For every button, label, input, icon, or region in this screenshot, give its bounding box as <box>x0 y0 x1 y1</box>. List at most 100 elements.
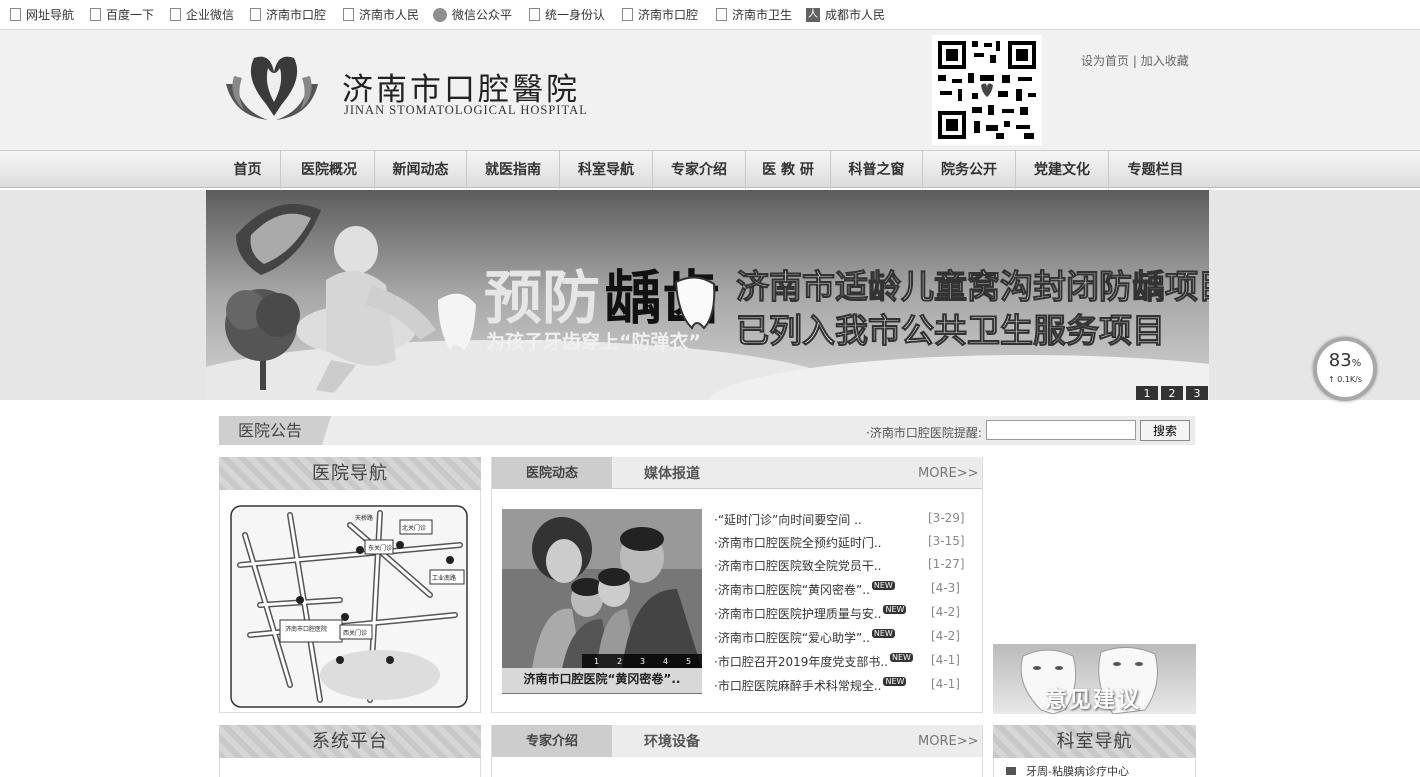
map-label-west: 西关门诊 <box>343 629 367 637</box>
map-label-north: 北关门诊 <box>402 524 426 532</box>
bookmark-item[interactable]: 统一身份认 <box>529 0 622 30</box>
banner-subtitle: 为孩子牙齿穿上“防弹衣” <box>486 330 701 353</box>
bookmark-label: 济南市口腔 <box>266 8 327 22</box>
banner-line-1: 济南市适龄儿童窝沟封闭防龋项目 <box>736 267 1209 306</box>
news-item[interactable]: ·济南市口腔医院护理质量与安.. NEW <box>714 605 907 622</box>
bookmark-label: 济南市人民 <box>359 8 420 22</box>
banner-page-3[interactable]: 3 <box>1186 386 1208 400</box>
dept-title: 科室导航 <box>993 725 1196 758</box>
map-label-industry: 工业南路 <box>432 574 456 582</box>
new-badge: NEW <box>871 629 895 638</box>
banner-illustration: 预防 龋齿 为孩子牙齿穿上“防弹衣” 济南市适龄儿童窝沟封闭防龋项目 已列入我市… <box>206 203 1209 400</box>
news-item-title: ·济南市口腔医院护理质量与安.. <box>714 607 882 621</box>
search-input[interactable] <box>986 420 1136 440</box>
bookmark-item[interactable]: 济南市口腔 <box>622 0 716 30</box>
speed-percent-value: 83 <box>1328 350 1352 371</box>
bookmark-item[interactable]: 济南市口腔 <box>250 0 343 30</box>
notice-text[interactable]: ·济南市口腔医院提醒: <box>866 424 982 441</box>
photo-page-1[interactable]: 1 <box>594 657 599 666</box>
new-badge: NEW <box>889 653 913 662</box>
opinion-label: 意见建议 <box>1045 688 1142 713</box>
bookmarks-bar: 网址导航 百度一下 企业微信 济南市口腔 济南市人民 微信公众平 统一身份认 济… <box>0 0 1420 30</box>
news-item[interactable]: ·济南市口腔医院致全院党员干.. <box>714 557 881 574</box>
photo-page-5[interactable]: 5 <box>686 657 691 666</box>
bookmark-item[interactable]: 企业微信 <box>170 0 250 30</box>
news-item-title: ·济南市口腔医院“爱心助学”.. <box>714 631 870 645</box>
bookmark-item[interactable]: 网址导航 <box>10 0 90 30</box>
news-item-title: ·市口腔召开2019年度党支部书.. <box>714 655 888 669</box>
dept-item-label: 牙周-粘膜病诊疗中心 <box>1026 765 1129 777</box>
top-links: 设为首页 | 加入收藏 <box>1081 52 1189 69</box>
tab-environment[interactable]: 环境设备 <box>644 725 700 757</box>
bookmark-label: 成都市人民 <box>825 8 886 22</box>
tab-media-reports[interactable]: 媒体报道 <box>644 457 700 489</box>
news-item-title: ·济南市口腔医院“黄冈密卷”.. <box>714 583 870 597</box>
nav-item-affairs[interactable]: 院务公开 <box>923 151 1016 189</box>
bookmark-item[interactable]: 人成都市人民 <box>806 0 896 30</box>
bookmark-item[interactable]: 微信公众平 <box>433 0 529 30</box>
nav-item-topics[interactable]: 专题栏目 <box>1109 151 1202 189</box>
tab-experts[interactable]: 专家介绍 <box>492 725 612 757</box>
news-item-title: ·市口腔医院麻醉手术科常规全.. <box>714 679 882 693</box>
photo-page-3[interactable]: 3 <box>640 657 645 666</box>
bookmark-item[interactable]: 百度一下 <box>90 0 170 30</box>
banner-page-2[interactable]: 2 <box>1161 386 1183 400</box>
expert-more-link[interactable]: MORE>> <box>918 734 978 749</box>
dept-item[interactable]: 牙周-粘膜病诊疗中心 <box>1006 763 1129 777</box>
opinion-banner[interactable]: 意见建议 <box>993 644 1196 714</box>
bookmark-label: 百度一下 <box>106 8 155 22</box>
arrow-icon <box>1006 767 1016 775</box>
speed-percent-unit: % <box>1351 358 1362 369</box>
news-item[interactable]: ·济南市口腔医院“黄冈密卷”.. NEW <box>714 581 895 598</box>
site-header <box>0 30 1420 150</box>
nav-item-experts[interactable]: 专家介绍 <box>653 151 746 189</box>
nav-item-home[interactable]: 首页 <box>215 151 281 189</box>
page-icon <box>170 8 181 21</box>
hero-banner[interactable]: 预防 龋齿 为孩子牙齿穿上“防弹衣” 济南市适龄儿童窝沟封闭防龋项目 已列入我市… <box>206 190 1209 400</box>
hospital-map[interactable]: 济南市口腔医院 东关门诊 西关门诊 工业南路 北关门诊 天桥路 <box>230 505 468 708</box>
tab-hospital-news[interactable]: 医院动态 <box>492 457 612 489</box>
news-photo-caption[interactable]: 济南市口腔医院“黄冈密卷”.. <box>502 668 702 693</box>
bookmark-label: 济南市口腔 <box>638 8 699 22</box>
speed-percent: 83% <box>1317 350 1373 375</box>
news-item[interactable]: ·济南市口腔医院全预约延时门.. <box>714 534 881 551</box>
news-item[interactable]: ·市口腔医院麻醉手术科常规全.. NEW <box>714 677 907 694</box>
qr-code-icon <box>932 35 1042 145</box>
hospital-logo-icon[interactable] <box>224 54 320 122</box>
nav-item-guide[interactable]: 就医指南 <box>467 151 560 189</box>
people-icon: 人 <box>806 7 820 22</box>
bookmark-label: 微信公众平 <box>452 8 513 22</box>
photo-page-4[interactable]: 4 <box>663 657 668 666</box>
speed-rate: ↑ 0.1K/s <box>1327 375 1363 384</box>
news-item[interactable]: ·“延时门诊”向时间要空间 .. <box>714 511 862 528</box>
add-favorite-link[interactable]: 加入收藏 <box>1141 54 1189 68</box>
page-icon <box>90 8 101 21</box>
hospital-nav-title: 医院导航 <box>219 457 481 490</box>
nav-item-education[interactable]: 医 教 研 <box>746 151 831 189</box>
news-item-date: [4-1] <box>931 677 960 691</box>
nav-item-departments[interactable]: 科室导航 <box>560 151 653 189</box>
speed-widget[interactable]: 83% ↑ 0.1K/s <box>1313 337 1377 401</box>
link-separator: | <box>1132 54 1137 68</box>
bookmark-item[interactable]: 济南市卫生 <box>716 0 806 30</box>
map-label-east: 东关门诊 <box>368 544 392 552</box>
banner-page-1[interactable]: 1 <box>1136 386 1158 400</box>
news-item-date: [1-27] <box>928 557 965 571</box>
news-item-date: [3-15] <box>928 534 965 548</box>
set-home-link[interactable]: 设为首页 <box>1081 54 1129 68</box>
nav-item-overview[interactable]: 医院概况 <box>284 151 375 189</box>
news-more-link[interactable]: MORE>> <box>918 466 978 481</box>
photo-page-2[interactable]: 2 <box>617 657 622 666</box>
news-item[interactable]: ·市口腔召开2019年度党支部书.. NEW <box>714 653 913 670</box>
banner-line-2: 已列入我市公共卫生服务项目 <box>736 311 1165 350</box>
nav-item-science[interactable]: 科普之窗 <box>831 151 923 189</box>
news-item-date: [3-29] <box>928 511 965 525</box>
news-photo[interactable]: 1 2 3 4 5 <box>502 509 702 694</box>
news-item[interactable]: ·济南市口腔医院“爱心助学”.. NEW <box>714 629 895 646</box>
nav-item-news[interactable]: 新闻动态 <box>375 151 467 189</box>
search-button[interactable]: 搜索 <box>1140 420 1190 441</box>
nav-item-party[interactable]: 党建文化 <box>1016 151 1109 189</box>
bookmark-item[interactable]: 济南市人民 <box>343 0 433 30</box>
page-icon <box>10 8 21 21</box>
notice-tab[interactable]: 医院公告 <box>219 416 331 445</box>
